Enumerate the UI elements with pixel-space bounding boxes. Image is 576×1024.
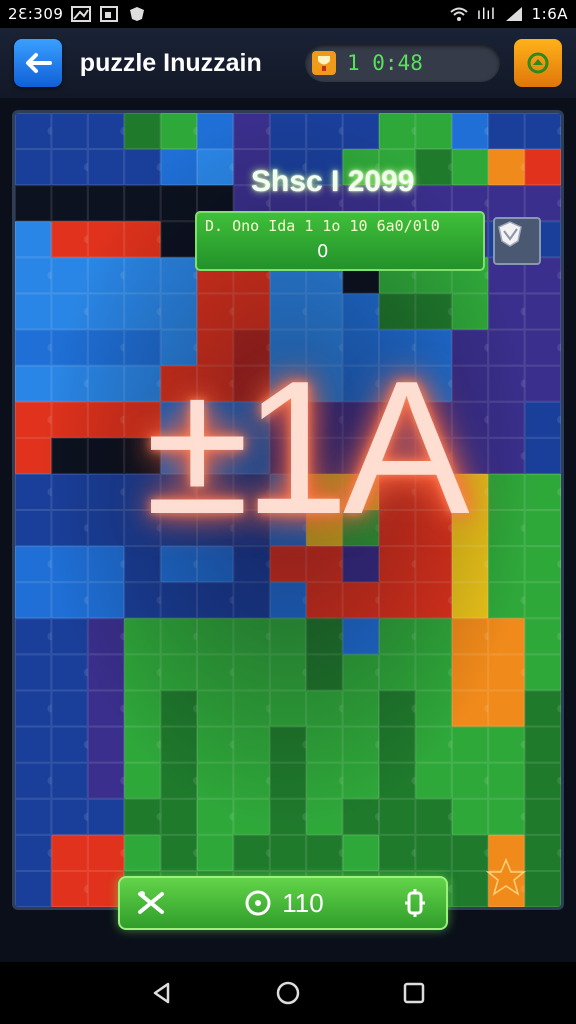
action-bar: 110: [118, 876, 448, 930]
shield-button[interactable]: [493, 217, 541, 265]
signal-icon: [505, 7, 522, 21]
nav-back-icon[interactable]: [150, 981, 174, 1005]
moves-counter: 110: [244, 887, 324, 919]
trophy-icon: [311, 51, 336, 75]
status-bar: 2Ɛ:309 ılıl 1:6A: [0, 0, 576, 28]
nav-recents-icon[interactable]: [402, 981, 426, 1005]
timer-display: 1 0:48: [304, 44, 501, 82]
moves-text: 110: [282, 887, 324, 918]
shield-notification-icon: [130, 7, 145, 21]
timer-text: 1 0:48: [346, 51, 423, 75]
clock-icon: [245, 890, 271, 916]
glowing-level-number: ±1A: [145, 342, 470, 554]
star-piece-icon[interactable]: [484, 858, 528, 898]
navigation-bar: [0, 962, 576, 1024]
score-line: Shsc I 2099: [251, 165, 415, 198]
flag-icon: [527, 52, 549, 74]
info-line2: 0: [317, 241, 329, 262]
shield-icon: [498, 221, 522, 247]
arrow-left-icon: [25, 53, 52, 73]
back-button[interactable]: [14, 39, 62, 87]
nav-home-icon[interactable]: [275, 980, 301, 1006]
status-time-left: 2Ɛ:309: [8, 5, 64, 23]
signal-label: ılıl: [476, 5, 496, 23]
scissors-icon[interactable]: [136, 888, 168, 918]
app-title: puzzle Inuzzain: [79, 48, 262, 77]
flag-button[interactable]: [514, 39, 562, 87]
info-line1: D. Ono Ida 1 1o 10 6a0/0l0: [205, 217, 440, 235]
puzzle-board[interactable]: Shsc I 2099 D. Ono Ida 1 1o 10 6a0/0l0 0…: [12, 110, 564, 910]
wifi-icon: [450, 7, 468, 21]
photo-notification-icon: [100, 6, 119, 22]
info-panel: D. Ono Ida 1 1o 10 6a0/0l0 0: [195, 211, 485, 271]
image-notification-icon: [71, 6, 92, 22]
gear-icon[interactable]: [400, 888, 430, 918]
app-bar: puzzle Inuzzain 1 0:48: [0, 28, 576, 98]
status-time-right: 1:6A: [531, 5, 568, 23]
